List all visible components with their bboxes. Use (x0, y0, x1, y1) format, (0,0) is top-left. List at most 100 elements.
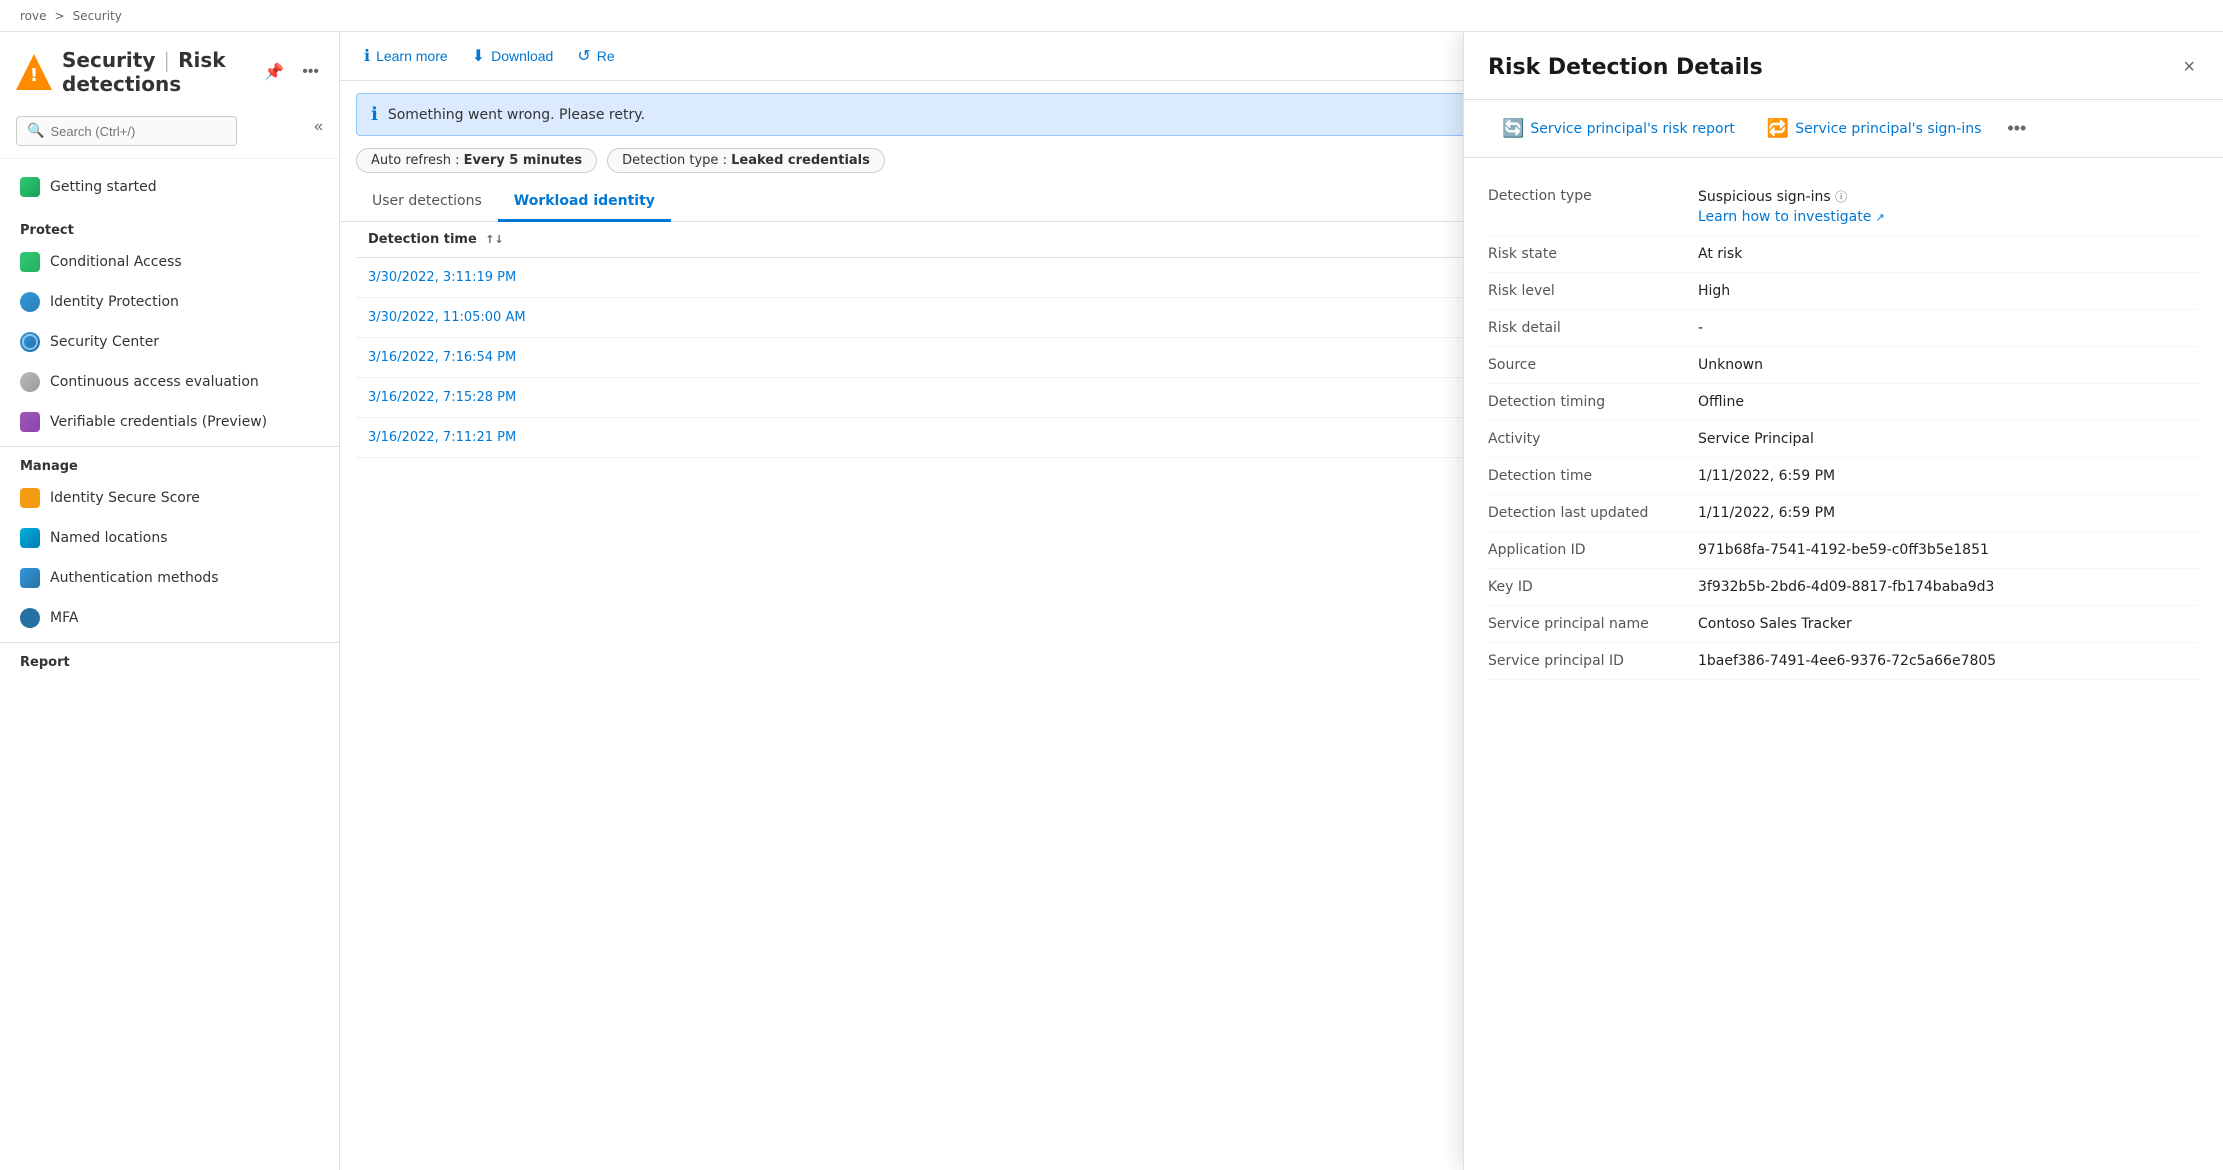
search-icon: 🔍 (27, 123, 44, 139)
alert-info-icon: ℹ (371, 104, 378, 125)
detection-time-cell[interactable]: 3/16/2022, 7:16:54 PM (356, 338, 1471, 378)
warning-icon (16, 54, 52, 90)
detail-value-cell: 1/11/2022, 6:59 PM (1698, 505, 2199, 521)
detail-value: Unknown (1698, 357, 1763, 373)
sidebar-item-identity-protection[interactable]: Identity Protection (0, 282, 339, 322)
detail-label: Detection timing (1488, 394, 1698, 410)
conditional-access-icon (20, 252, 40, 272)
detail-value-cell: 971b68fa-7541-4192-be59-c0ff3b5e1851 (1698, 542, 2199, 558)
section-protect: Protect (0, 211, 339, 242)
detail-value: At risk (1698, 246, 1742, 262)
detail-value: Contoso Sales Tracker (1698, 616, 1852, 632)
detail-row: Detection type Suspicious sign-ins ⓘLear… (1488, 178, 2199, 236)
detection-time-cell[interactable]: 3/16/2022, 7:11:21 PM (356, 418, 1471, 458)
rp-tab-risk-report[interactable]: 🔄 Service principal's risk report (1488, 110, 1749, 147)
detection-time-cell[interactable]: 3/30/2022, 11:05:00 AM (356, 298, 1471, 338)
identity-score-icon (20, 488, 40, 508)
external-link-icon: ↗ (1875, 211, 1884, 224)
detail-label: Detection time (1488, 468, 1698, 484)
filter-auto-refresh[interactable]: Auto refresh : Every 5 minutes (356, 148, 597, 173)
detection-time-cell[interactable]: 3/16/2022, 7:15:28 PM (356, 378, 1471, 418)
detail-label: Source (1488, 357, 1698, 373)
detail-value: 1baef386-7491-4ee6-9376-72c5a66e7805 (1698, 653, 1996, 669)
named-locations-icon (20, 528, 40, 548)
refresh-icon: ↺ (577, 46, 590, 66)
rp-more-button[interactable]: ••• (1999, 114, 2034, 143)
rp-tab-label: Service principal's sign-ins (1795, 121, 1981, 137)
more-options-icon[interactable]: ••• (298, 61, 323, 83)
detail-value-cell: Contoso Sales Tracker (1698, 616, 2199, 632)
right-panel-body: Detection type Suspicious sign-ins ⓘLear… (1464, 158, 2223, 1170)
breadcrumb-parent[interactable]: rove (20, 9, 47, 23)
detection-time-cell[interactable]: 3/30/2022, 3:11:19 PM (356, 258, 1471, 298)
download-button[interactable]: ⬇ Download (464, 42, 562, 70)
search-input[interactable] (50, 124, 226, 139)
detail-label: Application ID (1488, 542, 1698, 558)
detail-value-cell: 1baef386-7491-4ee6-9376-72c5a66e7805 (1698, 653, 2199, 669)
rp-tab-signin-icon: 🔁 (1767, 118, 1789, 139)
sidebar-item-auth-methods[interactable]: Authentication methods (0, 558, 339, 598)
detail-value-cell: High (1698, 283, 2199, 299)
detail-row: Detection time 1/11/2022, 6:59 PM (1488, 458, 2199, 495)
breadcrumb-separator: > (55, 9, 65, 23)
sidebar-scroll: Getting started Protect Conditional Acce… (0, 159, 339, 1170)
sidebar-item-verifiable-credentials[interactable]: Verifiable credentials (Preview) (0, 402, 339, 442)
detail-value-cell: 1/11/2022, 6:59 PM (1698, 468, 2199, 484)
detail-row: Detection last updated 1/11/2022, 6:59 P… (1488, 495, 2199, 532)
detail-value-cell: Service Principal (1698, 431, 2199, 447)
detail-value: 1/11/2022, 6:59 PM (1698, 505, 1835, 521)
page-title: Security|Risk detections (62, 48, 250, 96)
close-panel-button[interactable]: × (2179, 52, 2199, 83)
sidebar-item-mfa[interactable]: MFA (0, 598, 339, 638)
detail-label: Service principal ID (1488, 653, 1698, 669)
sidebar-item-continuous-access[interactable]: Continuous access evaluation (0, 362, 339, 402)
sidebar-item-getting-started[interactable]: Getting started (0, 167, 339, 207)
info-icon: ⓘ (1835, 190, 1847, 204)
sidebar-item-label: Identity Secure Score (50, 490, 200, 506)
filter-detection-type[interactable]: Detection type : Leaked credentials (607, 148, 885, 173)
detail-row: Source Unknown (1488, 347, 2199, 384)
sidebar-item-named-locations[interactable]: Named locations (0, 518, 339, 558)
detail-value: 1/11/2022, 6:59 PM (1698, 468, 1835, 484)
sidebar-item-label: Getting started (50, 179, 157, 195)
mfa-icon (20, 608, 40, 628)
detail-value-cell: At risk (1698, 246, 2199, 262)
sidebar-item-label: MFA (50, 610, 78, 626)
sidebar-item-label: Authentication methods (50, 570, 219, 586)
sidebar-item-identity-score[interactable]: Identity Secure Score (0, 478, 339, 518)
detail-value-cell: 3f932b5b-2bd6-4d09-8817-fb174baba9d3 (1698, 579, 2199, 595)
refresh-button[interactable]: ↺ Re (569, 42, 622, 70)
detail-value-cell: Suspicious sign-ins ⓘ Learn how to invest… (1698, 188, 2199, 225)
breadcrumb-current[interactable]: Security (73, 9, 122, 23)
rp-tab-sign-ins[interactable]: 🔁 Service principal's sign-ins (1753, 110, 1996, 147)
detail-value: 971b68fa-7541-4192-be59-c0ff3b5e1851 (1698, 542, 1989, 558)
detail-label: Detection last updated (1488, 505, 1698, 521)
sidebar-header: Security|Risk detections 📌 ••• 🔍 « (0, 32, 339, 159)
pin-icon[interactable]: 📌 (260, 60, 288, 84)
detail-label: Activity (1488, 431, 1698, 447)
detail-row: Risk detail - (1488, 310, 2199, 347)
tab-user-detections[interactable]: User detections (356, 183, 498, 222)
col-detection-time[interactable]: Detection time ↑↓ (356, 222, 1471, 258)
detail-row: Risk state At risk (1488, 236, 2199, 273)
right-panel-tabs: 🔄 Service principal's risk report 🔁 Serv… (1464, 100, 2223, 158)
sidebar-item-security-center[interactable]: Security Center (0, 322, 339, 362)
learn-more-button[interactable]: ℹ Learn more (356, 42, 456, 70)
identity-protection-icon (20, 292, 40, 312)
detail-value-cell: Unknown (1698, 357, 2199, 373)
detail-row: Service principal ID 1baef386-7491-4ee6-… (1488, 643, 2199, 680)
tab-workload-identity[interactable]: Workload identity (498, 183, 671, 222)
detail-row: Key ID 3f932b5b-2bd6-4d09-8817-fb174baba… (1488, 569, 2199, 606)
sidebar-item-conditional-access[interactable]: Conditional Access (0, 242, 339, 282)
detail-value-cell: - (1698, 320, 2199, 336)
section-manage: Manage (0, 446, 339, 478)
detail-value: High (1698, 283, 1730, 299)
rp-tab-label: Service principal's risk report (1530, 121, 1734, 137)
detail-value: Suspicious sign-ins ⓘ (1698, 189, 1847, 205)
continuous-access-icon (20, 372, 40, 392)
collapse-sidebar-button[interactable]: « (314, 118, 323, 136)
right-panel-header: Risk Detection Details × (1464, 32, 2223, 100)
learn-investigate-link[interactable]: Learn how to investigate ↗ (1698, 209, 2199, 225)
detail-value: 3f932b5b-2bd6-4d09-8817-fb174baba9d3 (1698, 579, 1994, 595)
auth-methods-icon (20, 568, 40, 588)
